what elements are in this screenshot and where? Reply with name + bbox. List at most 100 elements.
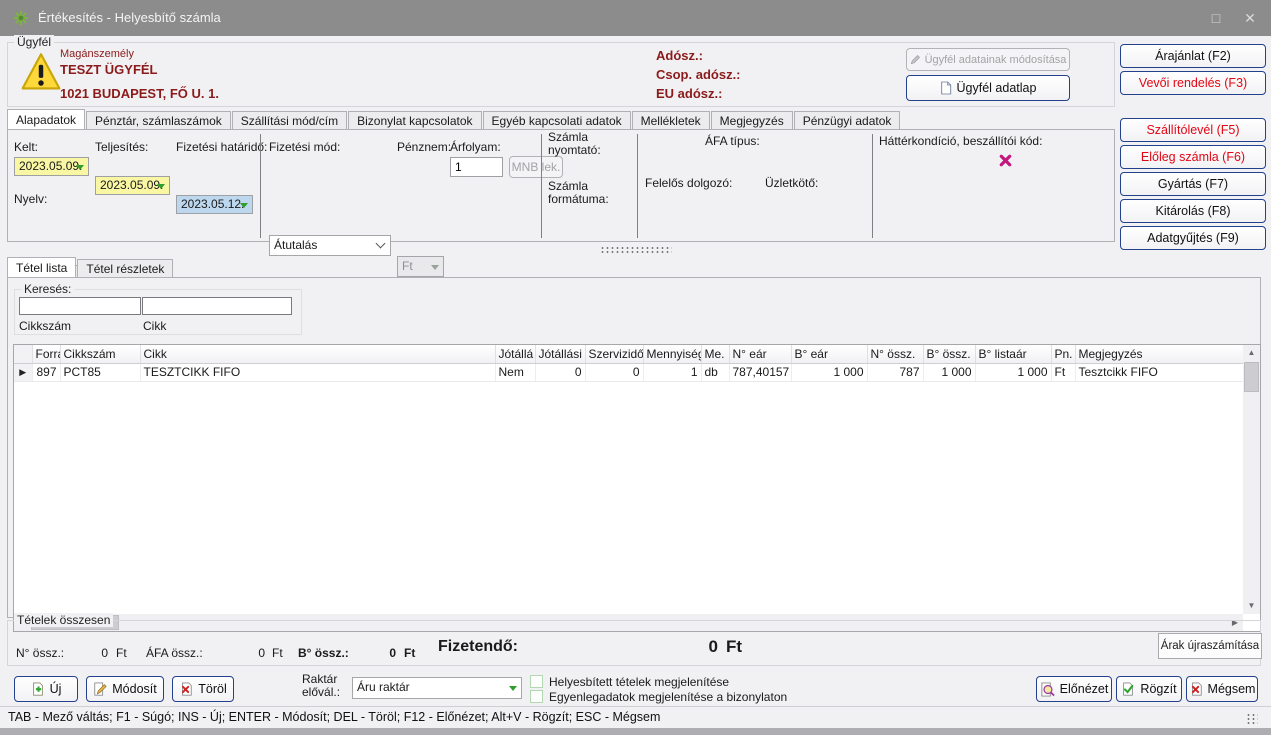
torol-button[interactable]: Töröl: [172, 676, 234, 702]
tab-szallitasi-mod-cim[interactable]: Szállítási mód/cím: [231, 111, 348, 129]
row-selector-icon[interactable]: ▶: [14, 363, 33, 382]
tab-megjegyzes[interactable]: Megjegyzés: [710, 111, 793, 129]
cell-brutto-osszesen[interactable]: 1 000: [923, 363, 976, 382]
fizetesi-mod-select[interactable]: Átutalás: [269, 235, 391, 256]
tab-alapadatok[interactable]: Alapadatok: [7, 109, 86, 129]
cell-cikkszam[interactable]: PCT85: [60, 363, 141, 382]
egyenlegadatok-checkbox[interactable]: [530, 690, 543, 703]
cell-jotallasi-ido[interactable]: 0: [535, 363, 586, 382]
col-megjegyzes[interactable]: Megjegyzés: [1075, 345, 1244, 364]
penznem-label: Pénznem:: [397, 140, 452, 154]
cell-cikk[interactable]: TESZTCIKK FIFO: [140, 363, 496, 382]
cell-szervizido[interactable]: 0: [585, 363, 644, 382]
customer-group: Ügyfél Magánszemély TESZT ÜGYFÉL 1021 BU…: [7, 35, 1115, 107]
eloleg-szamla-button[interactable]: Előleg számla (F6): [1120, 145, 1266, 169]
cell-netto-egysegar[interactable]: 787,40157: [729, 363, 792, 382]
customer-datasheet-button[interactable]: Ügyfél adatlap: [906, 75, 1070, 101]
splitter-handle[interactable]: [600, 246, 672, 253]
clear-x-icon[interactable]: [998, 153, 1013, 168]
tab-penztar-szamlaszamok[interactable]: Pénztár, számlaszámok: [86, 111, 231, 129]
vertical-scrollbar[interactable]: ▲ ▼: [1243, 345, 1260, 614]
col-mennyiseg[interactable]: Mennyiség: [643, 345, 702, 364]
cell-forras[interactable]: 897: [32, 363, 61, 382]
customer-address: 1021 BUDAPEST, FŐ U. 1.: [60, 86, 219, 101]
close-button[interactable]: ✕: [1235, 7, 1265, 29]
uj-button[interactable]: Új: [14, 676, 78, 702]
tab-tetel-lista[interactable]: Tétel lista: [7, 257, 77, 277]
tax-number-label: Adósz.:: [656, 48, 703, 63]
dropdown-arrow-icon[interactable]: [157, 183, 165, 189]
cell-netto-osszesen[interactable]: 787: [867, 363, 924, 382]
elonezet-button[interactable]: Előnézet: [1036, 676, 1112, 702]
cell-penznem[interactable]: Ft: [1051, 363, 1076, 382]
col-szervizido[interactable]: Szervizidő (h: [585, 345, 644, 364]
megsem-button[interactable]: Mégsem: [1186, 676, 1258, 702]
vertical-scroll-thumb[interactable]: [1244, 362, 1259, 392]
app-window: { "window": { "title": "Értékesítés - He…: [0, 0, 1271, 735]
col-jotallasi-ido[interactable]: Jótállási idő (: [535, 345, 586, 364]
col-jotallas[interactable]: Jótállá: [495, 345, 536, 364]
resize-grip[interactable]: [1246, 713, 1258, 725]
col-me[interactable]: Me.: [701, 345, 730, 364]
scroll-down-icon[interactable]: ▼: [1243, 598, 1260, 614]
szallitolevel-button[interactable]: Szállítólevél (F5): [1120, 118, 1266, 142]
items-tabstrip: Tétel lista Tétel részletek: [7, 256, 1263, 277]
rogzit-button[interactable]: Rögzít: [1116, 676, 1182, 702]
cell-brutto-listaar[interactable]: 1 000: [975, 363, 1052, 382]
col-brutto-egysegar[interactable]: B° eár: [791, 345, 868, 364]
gyartas-button[interactable]: Gyártás (F7): [1120, 172, 1266, 196]
chevron-down-icon[interactable]: [375, 238, 386, 248]
warning-icon: [20, 51, 62, 93]
scroll-up-icon[interactable]: ▲: [1243, 345, 1260, 361]
dropdown-arrow-icon[interactable]: [240, 202, 248, 208]
nyelv-label: Nyelv:: [14, 192, 48, 206]
col-netto-osszesen[interactable]: N° össz.: [867, 345, 924, 364]
dropdown-arrow-icon[interactable]: [509, 686, 517, 691]
tab-penzugyi-adatok[interactable]: Pénzügyi adatok: [793, 111, 901, 129]
helyesbitett-checkbox[interactable]: [530, 675, 543, 688]
szamla-nyomtato-label: Számla nyomtató:: [548, 130, 601, 157]
raktar-select[interactable]: Áru raktár: [352, 677, 522, 699]
search-cikk-input[interactable]: [142, 297, 292, 315]
dropdown-arrow-icon[interactable]: [76, 164, 84, 170]
fizetesi-hatarido-datepicker[interactable]: 2023.05.12.: [176, 195, 253, 214]
kelt-datepicker[interactable]: 2023.05.09.: [14, 157, 89, 176]
adatgyujtes-button[interactable]: Adatgyűjtés (F9): [1120, 226, 1266, 250]
mnb-lekerdezes-button[interactable]: MNB lek.: [509, 156, 563, 178]
vevoi-rendeles-button[interactable]: Vevői rendelés (F3): [1120, 71, 1266, 95]
table-header-row: Forrás Cikkszám Cikk Jótállá Jótállási i…: [14, 345, 1244, 364]
cell-me[interactable]: db: [701, 363, 730, 382]
search-cikkszam-input[interactable]: [19, 297, 141, 315]
helyesbitett-checkbox-label[interactable]: Helyesbített tételek megjelenítése: [549, 675, 729, 689]
teljesites-datepicker[interactable]: 2023.05.09.: [95, 176, 170, 195]
arajanlat-button[interactable]: Árajánlat (F2): [1120, 44, 1266, 68]
tab-bizonylat-kapcsolatok[interactable]: Bizonylat kapcsolatok: [348, 111, 482, 129]
cell-megjegyzes[interactable]: Tesztcikk FIFO: [1075, 363, 1244, 382]
kitarolas-button[interactable]: Kitárolás (F8): [1120, 199, 1266, 223]
modosit-button[interactable]: Módosít: [86, 676, 164, 702]
arfolyam-input[interactable]: [450, 157, 503, 177]
cell-mennyiseg[interactable]: 1: [643, 363, 702, 382]
maximize-button[interactable]: □: [1201, 7, 1231, 29]
col-brutto-osszesen[interactable]: B° össz.: [923, 345, 976, 364]
tab-mellekletek[interactable]: Mellékletek: [631, 111, 710, 129]
col-cikkszam[interactable]: Cikkszám: [60, 345, 141, 364]
customer-modify-button[interactable]: Ügyfél adatainak módosítása: [906, 48, 1070, 71]
brutto-osszesen-label: B° össz.:: [298, 646, 349, 660]
egyenlegadatok-checkbox-label[interactable]: Egyenlegadatok megjelenítése a bizonylat…: [549, 690, 787, 704]
cell-brutto-egysegar[interactable]: 1 000: [791, 363, 868, 382]
tab-tetel-reszletek[interactable]: Tétel részletek: [77, 259, 174, 277]
arak-ujraszamitasa-button[interactable]: Árak újraszámítása: [1158, 633, 1262, 659]
table-row[interactable]: ▶ 897 PCT85 TESZTCIKK FIFO Nem 0 0 1 db …: [14, 363, 1244, 382]
save-check-icon: [1121, 682, 1135, 696]
col-netto-egysegar[interactable]: N° eár: [729, 345, 792, 364]
col-cikk[interactable]: Cikk: [140, 345, 496, 364]
col-brutto-listaar[interactable]: B° listaár: [975, 345, 1052, 364]
fizetesi-hatarido-label: Fizetési határidő:: [176, 140, 268, 154]
titlebar: Értékesítés - Helyesbítő számla □ ✕: [0, 0, 1271, 36]
tab-egyeb-kapcsolati-adatok[interactable]: Egyéb kapcsolati adatok: [482, 111, 631, 129]
cell-jotallas[interactable]: Nem: [495, 363, 536, 382]
col-forras[interactable]: Forrás: [32, 345, 61, 364]
customer-group-label: Ügyfél: [14, 35, 55, 49]
col-penznem[interactable]: Pn.: [1051, 345, 1076, 364]
